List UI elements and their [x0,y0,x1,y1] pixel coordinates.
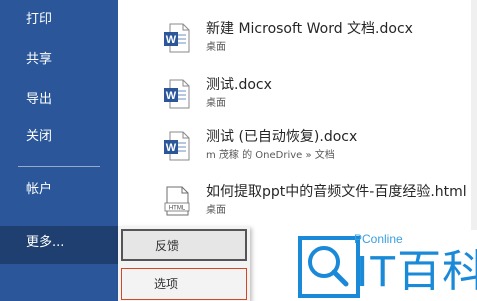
file-path: 桌面 [206,42,226,53]
word-doc-icon: W [164,23,190,53]
watermark-site: PConline [354,232,403,246]
pconline-watermark: PConline IT百科 [274,230,477,301]
file-item[interactable]: HTML 如何提取ppt中的音频文件-百度经验.html 桌面 [118,177,471,229]
file-name: 测试.docx [206,77,272,93]
svg-text:W: W [166,90,177,102]
backstage-sidebar: 打印 共享 导出 关闭 帐户 更多... [0,0,118,301]
nav-export[interactable]: 导出 [0,82,118,118]
nav-more[interactable]: 更多... [0,226,118,264]
svg-text:W: W [166,34,177,46]
file-name: 新建 Microsoft Word 文档.docx [206,21,413,37]
nav-print[interactable]: 打印 [0,2,118,38]
file-item[interactable]: W 测试 (已自动恢复).docx m 茂稼 的 OneDrive » 文档 [118,122,471,174]
svg-text:W: W [166,142,177,154]
watermark-brand: IT百科 [356,247,477,296]
nav-close[interactable]: 关闭 [0,119,118,155]
file-path: m 茂稼 的 OneDrive » 文档 [206,150,335,161]
file-item[interactable]: W 新建 Microsoft Word 文档.docx 桌面 [118,14,471,66]
html-file-icon: HTML [164,186,190,216]
svg-text:HTML: HTML [169,206,186,212]
nav-share[interactable]: 共享 [0,42,118,78]
file-path: 桌面 [206,98,226,109]
word-doc-icon: W [164,131,190,161]
menu-item-options[interactable]: 选项 [121,268,247,300]
menu-item-feedback[interactable]: 反馈 [121,229,247,261]
more-flyout-menu: 反馈 选项 [118,226,250,301]
file-name: 测试 (已自动恢复).docx [206,129,358,145]
nav-divider [18,166,100,167]
file-item[interactable]: W 测试.docx 桌面 [118,70,471,122]
file-name: 如何提取ppt中的音频文件-百度经验.html [206,184,467,200]
word-doc-icon: W [164,79,190,109]
nav-account[interactable]: 帐户 [0,172,118,208]
file-path: 桌面 [206,205,226,216]
